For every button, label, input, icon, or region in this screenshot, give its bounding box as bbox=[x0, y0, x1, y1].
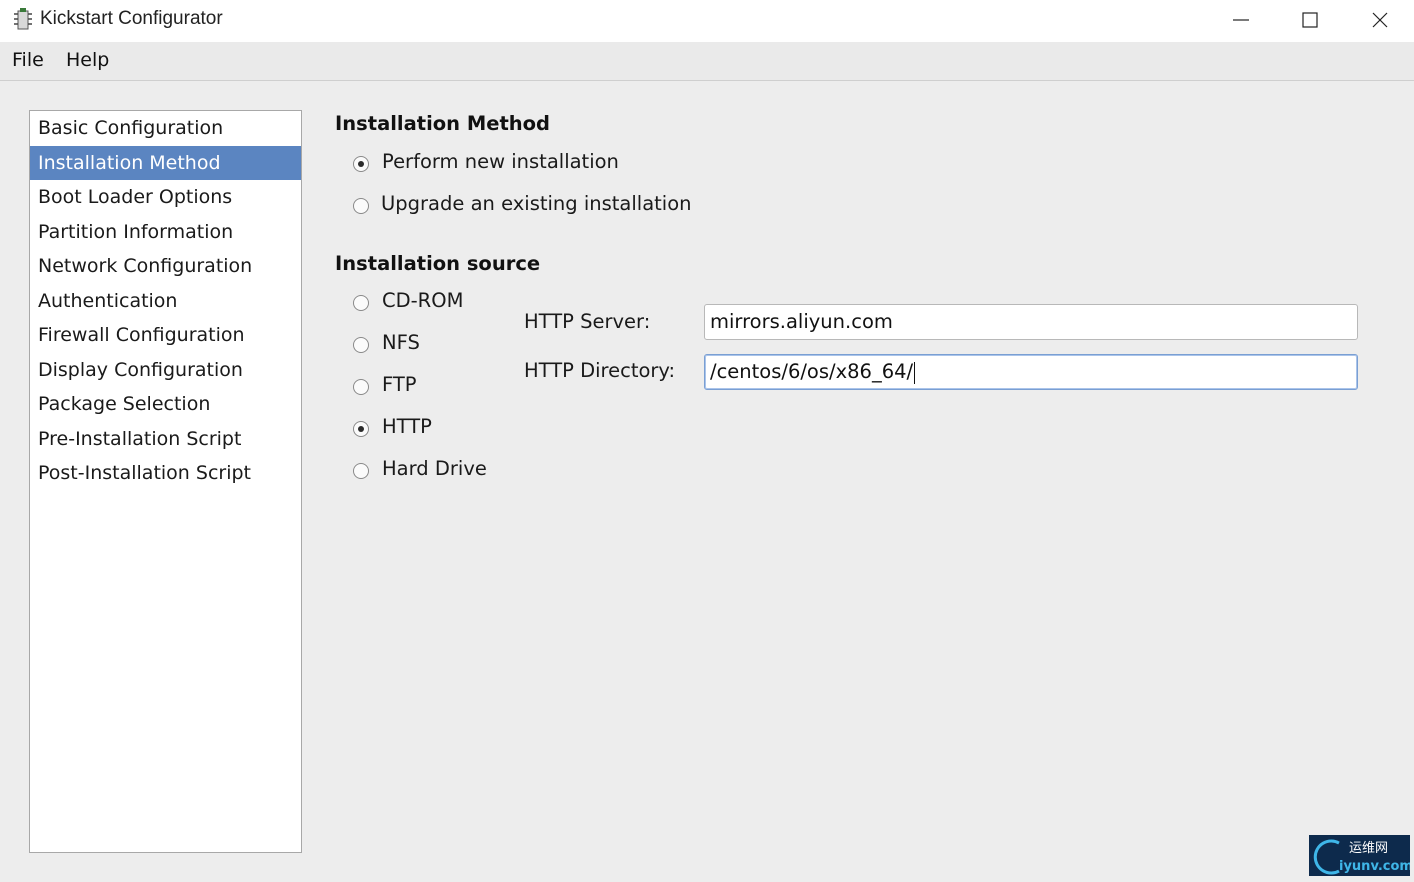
sidebar-item-boot-loader-options[interactable]: Boot Loader Options bbox=[30, 180, 301, 214]
hard-drive-label[interactable]: Hard Drive bbox=[382, 457, 487, 480]
sidebar-item-pre-installation-script[interactable]: Pre-Installation Script bbox=[30, 422, 301, 456]
hard-drive-radio[interactable] bbox=[353, 463, 369, 479]
http-directory-input[interactable]: /centos/6/os/x86_64/ bbox=[704, 354, 1358, 390]
ftp-radio[interactable] bbox=[353, 379, 369, 395]
sidebar-item-network-configuration[interactable]: Network Configuration bbox=[30, 249, 301, 283]
sidebar-item-basic-configuration[interactable]: Basic Configuration bbox=[30, 111, 301, 145]
http-directory-label: HTTP Directory: bbox=[524, 359, 676, 382]
upgrade-existing-installation-radio[interactable] bbox=[353, 198, 369, 214]
sidebar-item-display-configuration[interactable]: Display Configuration bbox=[30, 353, 301, 387]
main-content: Basic Configuration Installation Method … bbox=[0, 81, 1414, 882]
sidebar-item-partition-information[interactable]: Partition Information bbox=[30, 215, 301, 249]
window-title: Kickstart Configurator bbox=[40, 8, 223, 29]
nfs-label[interactable]: NFS bbox=[382, 331, 420, 354]
sidebar-item-installation-method[interactable]: Installation Method bbox=[30, 146, 301, 180]
nfs-radio[interactable] bbox=[353, 337, 369, 353]
menu-file[interactable]: File bbox=[12, 49, 44, 71]
http-label[interactable]: HTTP bbox=[382, 415, 432, 438]
maximize-icon bbox=[1302, 12, 1318, 28]
http-directory-value: /centos/6/os/x86_64/ bbox=[710, 360, 914, 383]
menu-bar: File Help bbox=[0, 42, 1414, 81]
menu-help[interactable]: Help bbox=[66, 49, 109, 71]
category-list: Basic Configuration Installation Method … bbox=[29, 110, 302, 853]
sidebar-item-package-selection[interactable]: Package Selection bbox=[30, 387, 301, 421]
upgrade-existing-installation-label[interactable]: Upgrade an existing installation bbox=[381, 192, 692, 215]
title-bar: Kickstart Configurator bbox=[0, 0, 1414, 42]
sidebar-item-firewall-configuration[interactable]: Firewall Configuration bbox=[30, 318, 301, 352]
installation-method-heading: Installation Method bbox=[335, 112, 551, 135]
app-icon bbox=[11, 7, 35, 33]
http-server-value: mirrors.aliyun.com bbox=[710, 310, 893, 333]
minimize-button[interactable] bbox=[1206, 0, 1276, 40]
sidebar-item-post-installation-script[interactable]: Post-Installation Script bbox=[30, 456, 301, 490]
sidebar-item-authentication[interactable]: Authentication bbox=[30, 284, 301, 318]
minimize-icon bbox=[1233, 19, 1249, 21]
watermark-cn-text: 运维网 bbox=[1349, 841, 1388, 856]
ftp-label[interactable]: FTP bbox=[382, 373, 417, 396]
watermark-url-text: iyunv.com bbox=[1339, 859, 1410, 874]
close-icon bbox=[1372, 12, 1388, 28]
perform-new-installation-radio[interactable] bbox=[353, 156, 369, 172]
watermark-logo: 运维网 iyunv.com bbox=[1309, 835, 1413, 876]
http-server-label: HTTP Server: bbox=[524, 310, 651, 333]
perform-new-installation-label[interactable]: Perform new installation bbox=[382, 150, 619, 173]
http-radio[interactable] bbox=[353, 421, 369, 437]
cdrom-label[interactable]: CD-ROM bbox=[382, 289, 463, 312]
text-caret bbox=[914, 361, 916, 384]
installation-source-heading: Installation source bbox=[335, 252, 541, 275]
http-server-input[interactable]: mirrors.aliyun.com bbox=[704, 304, 1358, 340]
close-button[interactable] bbox=[1345, 0, 1414, 40]
cdrom-radio[interactable] bbox=[353, 295, 369, 311]
maximize-button[interactable] bbox=[1275, 0, 1345, 40]
